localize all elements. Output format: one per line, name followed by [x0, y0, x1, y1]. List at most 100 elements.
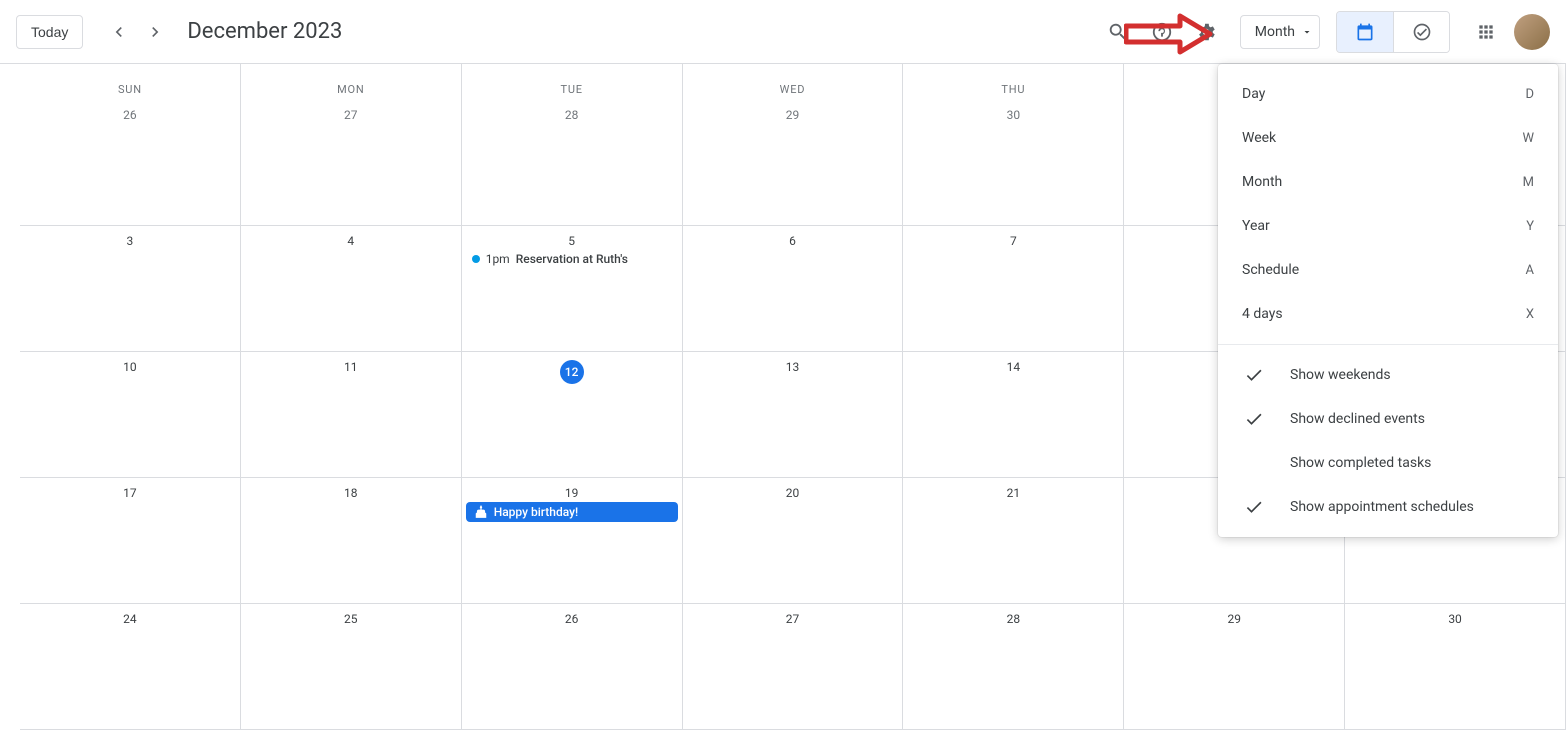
day-number: 19	[466, 486, 678, 500]
account-avatar[interactable]	[1514, 14, 1550, 50]
prev-month-button[interactable]	[103, 16, 135, 48]
next-month-button[interactable]	[139, 16, 171, 48]
view-option-shortcut: Y	[1526, 219, 1534, 234]
day-number: 21	[907, 486, 1119, 500]
calendar-day-cell[interactable]: 28	[462, 100, 683, 226]
calendar-day-cell[interactable]: 6	[683, 226, 904, 352]
day-number: 17	[24, 486, 236, 500]
view-option-label: Schedule	[1242, 262, 1526, 278]
chevron-right-icon	[145, 22, 165, 42]
toggle-option[interactable]: Show declined events	[1218, 397, 1558, 441]
calendar-day-cell[interactable]: 29	[683, 100, 904, 226]
calendar-day-cell[interactable]: 30	[1345, 604, 1566, 730]
toggle-option-label: Show completed tasks	[1290, 455, 1431, 471]
today-button[interactable]: Today	[16, 15, 83, 49]
day-number: 18	[245, 486, 457, 500]
view-option-shortcut: A	[1526, 263, 1534, 278]
google-apps-button[interactable]	[1466, 12, 1506, 52]
calendar-day-cell[interactable]: 21	[903, 478, 1124, 604]
calendar-day-cell[interactable]: 27	[683, 604, 904, 730]
toggle-option[interactable]: Show weekends	[1218, 353, 1558, 397]
day-number: 5	[466, 234, 678, 248]
nav-arrows	[103, 16, 171, 48]
day-of-week-header: WED	[683, 64, 904, 100]
toggle-option-label: Show declined events	[1290, 411, 1425, 427]
triangle-down-icon	[1301, 26, 1313, 38]
settings-button[interactable]	[1186, 12, 1226, 52]
calendar-day-cell[interactable]: 19 Happy birthday!	[462, 478, 683, 604]
view-option[interactable]: WeekW	[1218, 116, 1558, 160]
search-button[interactable]	[1098, 12, 1138, 52]
view-option[interactable]: ScheduleA	[1218, 248, 1558, 292]
calendar-day-cell[interactable]: 20	[683, 478, 904, 604]
calendar-day-cell[interactable]: 5 1pmReservation at Ruth's	[462, 226, 683, 352]
view-option-label: Week	[1242, 130, 1522, 146]
day-number: 4	[245, 234, 457, 248]
check-circle-icon	[1412, 22, 1432, 42]
view-option-shortcut: W	[1522, 131, 1534, 146]
toggle-option[interactable]: Show appointment schedules	[1218, 485, 1558, 529]
calendar-day-cell[interactable]: 17	[20, 478, 241, 604]
calendar-day-cell[interactable]: 27	[241, 100, 462, 226]
day-number: 29	[687, 108, 899, 122]
view-option[interactable]: MonthM	[1218, 160, 1558, 204]
day-of-week-header: SUN	[20, 64, 241, 100]
help-button[interactable]	[1142, 12, 1182, 52]
calendar-day-cell[interactable]: 12	[462, 352, 683, 478]
day-number: 30	[907, 108, 1119, 122]
calendar-day-cell[interactable]: 4	[241, 226, 462, 352]
view-switcher-label: Month	[1255, 24, 1295, 40]
calendar-day-cell[interactable]: 11	[241, 352, 462, 478]
event-dot-icon	[472, 255, 480, 263]
day-number: 30	[1349, 612, 1561, 626]
view-option[interactable]: YearY	[1218, 204, 1558, 248]
apps-grid-icon	[1476, 22, 1496, 42]
tasks-view-toggle[interactable]	[1393, 12, 1449, 52]
view-option[interactable]: DayD	[1218, 72, 1558, 116]
day-number: 20	[687, 486, 899, 500]
view-dropdown-menu: DayDWeekWMonthMYearYScheduleA4 daysXShow…	[1218, 64, 1558, 537]
view-switcher[interactable]: Month	[1240, 15, 1320, 49]
calendar-day-cell[interactable]: 7	[903, 226, 1124, 352]
page-title: December 2023	[187, 19, 342, 44]
calendar-view-toggle[interactable]	[1337, 12, 1393, 52]
calendar-day-cell[interactable]: 29	[1124, 604, 1345, 730]
day-number: 7	[907, 234, 1119, 248]
view-option[interactable]: 4 daysX	[1218, 292, 1558, 336]
calendar-icon	[1355, 22, 1375, 42]
calendar-day-cell[interactable]: 24	[20, 604, 241, 730]
day-number: 26	[24, 108, 236, 122]
gear-icon	[1195, 21, 1217, 43]
calendar-day-cell[interactable]: 30	[903, 100, 1124, 226]
day-number: 27	[245, 108, 457, 122]
view-option-label: 4 days	[1242, 306, 1526, 322]
calendar-day-cell[interactable]: 26	[462, 604, 683, 730]
day-number: 10	[24, 360, 236, 374]
day-number: 12	[466, 360, 678, 384]
day-number: 29	[1128, 612, 1340, 626]
calendar-event-block[interactable]: Happy birthday!	[466, 502, 678, 522]
toggle-option[interactable]: Show completed tasks	[1218, 441, 1558, 485]
calendar-day-cell[interactable]: 18	[241, 478, 462, 604]
day-number: 25	[245, 612, 457, 626]
day-number: 11	[245, 360, 457, 374]
event-title: Happy birthday!	[494, 505, 578, 519]
calendar-day-cell[interactable]: 26	[20, 100, 241, 226]
view-toggle-group	[1336, 11, 1450, 53]
chevron-left-icon	[109, 22, 129, 42]
calendar-event[interactable]: 1pmReservation at Ruth's	[466, 250, 678, 268]
calendar-day-cell[interactable]: 3	[20, 226, 241, 352]
day-number: 3	[24, 234, 236, 248]
calendar-day-cell[interactable]: 28	[903, 604, 1124, 730]
help-icon	[1151, 21, 1173, 43]
day-number: 24	[24, 612, 236, 626]
day-number: 28	[907, 612, 1119, 626]
day-number: 6	[687, 234, 899, 248]
event-title: Reservation at Ruth's	[516, 252, 628, 266]
toggle-option-label: Show appointment schedules	[1290, 499, 1474, 515]
calendar-day-cell[interactable]: 10	[20, 352, 241, 478]
view-option-shortcut: D	[1525, 87, 1534, 102]
calendar-day-cell[interactable]: 25	[241, 604, 462, 730]
calendar-day-cell[interactable]: 14	[903, 352, 1124, 478]
calendar-day-cell[interactable]: 13	[683, 352, 904, 478]
